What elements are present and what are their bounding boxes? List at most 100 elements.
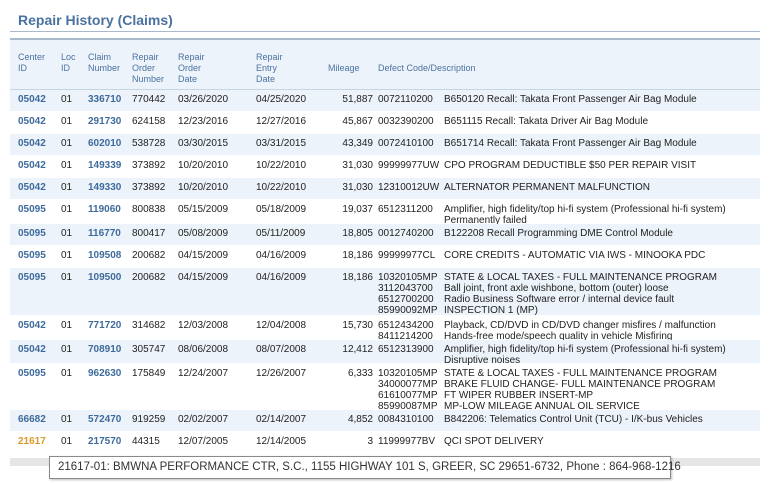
- table-row: 66682 01 572470 919259 02/02/2007 02/14/2007 4…: [10, 410, 760, 432]
- claim-number-link[interactable]: 336710: [88, 94, 121, 105]
- repair-entry-date: 05/11/2009: [256, 228, 306, 239]
- defect-list: 0072410100 B651714 Recall: Takata Front P…: [378, 138, 758, 149]
- center-id-link[interactable]: 05042: [18, 344, 46, 355]
- center-id-link[interactable]: 05042: [18, 320, 46, 331]
- defect-code: 6512434200: [378, 320, 434, 331]
- table-row: 05095 01 109508 200682 04/15/2009 04/16/2009 1…: [10, 246, 760, 268]
- repair-order-date: 04/15/2009: [178, 250, 229, 261]
- defect-description: ALTERNATOR PERMANENT MALFUNCTION: [444, 182, 650, 193]
- defect-description: B651714 Recall: Takata Front Passenger A…: [444, 138, 697, 149]
- defect-code: 10320105MP: [378, 368, 438, 379]
- defect-item: 3112043700 Ball joint, front axle wishbon…: [378, 283, 758, 294]
- center-id-link[interactable]: 05095: [18, 272, 46, 283]
- mileage: 4,852: [347, 414, 373, 425]
- mileage: 12,412: [342, 344, 373, 355]
- repair-entry-date: 04/16/2009: [256, 250, 307, 261]
- defect-list: 0032390200 B651115 Recall: Takata Driver …: [378, 116, 758, 127]
- defect-description: FT WIPER RUBBER INSERT-MP: [444, 390, 594, 401]
- mileage: 51,887: [342, 94, 373, 105]
- defect-item: 10320105MP STATE & LOCAL TAXES - FULL MAI…: [378, 272, 758, 283]
- loc-id: 01: [61, 182, 73, 193]
- claim-number-link[interactable]: 109508: [88, 250, 121, 261]
- loc-id: 01: [61, 368, 73, 379]
- center-id-link[interactable]: 05095: [18, 204, 46, 215]
- repair-order-date: 03/26/2020: [178, 94, 229, 105]
- defect-list: 6512313900 Amplifier, high fidelity/top h…: [378, 344, 758, 366]
- center-id-link[interactable]: 66682: [18, 414, 46, 425]
- center-id-link[interactable]: 05042: [18, 160, 46, 171]
- defect-list: 99999977UW CPO PROGRAM DEDUCTIBLE $50 PER…: [378, 160, 758, 171]
- repair-order-number: 800838: [132, 204, 166, 215]
- loc-id: 01: [61, 138, 73, 149]
- repair-order-number: 800417: [132, 228, 166, 239]
- col-repair-order-date: Repair Order Date: [178, 52, 205, 84]
- claim-number-link[interactable]: 572470: [88, 414, 121, 425]
- defect-list: 0084310100 B842206: Telematics Control Un…: [378, 414, 758, 425]
- table-row: 05042 01 336710 770442 03/26/2020 04/25/2020 5…: [10, 90, 760, 112]
- repair-entry-date: 10/22/2010: [256, 182, 307, 193]
- repair-order-date: 04/15/2009: [178, 272, 229, 283]
- loc-id: 01: [61, 436, 73, 447]
- defect-list: 11999977BV QCI SPOT DELIVERY: [378, 436, 758, 447]
- table-row: 05095 01 109500 200682 04/15/2009 04/16/2009 1…: [10, 268, 760, 316]
- defect-code: 3112043700: [378, 283, 433, 294]
- defect-item: 0084310100 B842206: Telematics Control Un…: [378, 414, 758, 425]
- loc-id: 01: [61, 272, 73, 283]
- repair-order-date: 12/24/2007: [178, 368, 229, 379]
- repair-entry-date: 12/26/2007: [256, 368, 307, 379]
- defect-item: 99999977UW CPO PROGRAM DEDUCTIBLE $50 PER…: [378, 160, 758, 171]
- defect-code: 6512313900: [378, 344, 434, 355]
- defect-description: B650120 Recall: Takata Front Passenger A…: [444, 94, 697, 105]
- table-row: 05042 01 149339 373892 10/20/2010 10/22/2010 3…: [10, 156, 760, 178]
- mileage: 45,867: [342, 116, 373, 127]
- center-id-link[interactable]: 05042: [18, 116, 46, 127]
- defect-description: Radio Business Software error / internal…: [444, 294, 675, 305]
- defect-item: 11999977BV QCI SPOT DELIVERY: [378, 436, 758, 447]
- claim-number-link[interactable]: 149339: [88, 160, 121, 171]
- defect-item: 6512311200 Amplifier, high fidelity/top h…: [378, 204, 758, 226]
- defect-description: CORE CREDITS - AUTOMATIC VIA IWS - MINOO…: [444, 250, 706, 261]
- defect-list: 6512434200 Playback, CD/DVD in CD/DVD cha…: [378, 320, 758, 342]
- center-id-link[interactable]: 05042: [18, 138, 46, 149]
- claim-number-link[interactable]: 116770: [88, 228, 121, 239]
- defect-description: B122208 Recall Programming DME Control M…: [444, 228, 673, 239]
- repair-order-date: 05/15/2009: [178, 204, 229, 215]
- repair-entry-date: 12/27/2016: [256, 116, 307, 127]
- claim-number-link[interactable]: 149330: [88, 182, 121, 193]
- defect-code: 85990092MP: [378, 305, 438, 316]
- claim-number-link[interactable]: 109500: [88, 272, 121, 283]
- loc-id: 01: [61, 250, 73, 261]
- defect-code: 61610077MP: [378, 390, 438, 401]
- repair-order-number: 919259: [132, 414, 166, 425]
- mileage: 31,030: [342, 160, 373, 171]
- repair-order-number: 200682: [132, 272, 166, 283]
- claim-number-link[interactable]: 602010: [88, 138, 121, 149]
- center-id-link[interactable]: 05095: [18, 368, 46, 379]
- center-id-link[interactable]: 21617: [18, 436, 46, 447]
- defect-code: 99999977UW: [378, 160, 440, 171]
- mileage: 43,349: [342, 138, 373, 149]
- defect-item: 6512700200 Radio Business Software error …: [378, 294, 758, 305]
- center-id-link[interactable]: 05042: [18, 182, 46, 193]
- claim-number-link[interactable]: 771720: [88, 320, 121, 331]
- repair-order-number: 305747: [132, 344, 166, 355]
- repair-entry-date: 10/22/2010: [256, 160, 307, 171]
- claim-number-link[interactable]: 708910: [88, 344, 121, 355]
- claim-number-link[interactable]: 291730: [88, 116, 121, 127]
- mileage: 3: [367, 436, 373, 447]
- repair-order-date: 02/02/2007: [178, 414, 229, 425]
- defect-item: 61610077MP FT WIPER RUBBER INSERT-MP: [378, 390, 758, 401]
- col-center-id: Center ID: [18, 52, 46, 73]
- claim-number-link[interactable]: 217570: [88, 436, 121, 447]
- repair-order-number: 175849: [132, 368, 166, 379]
- defect-code: 34000077MP: [378, 379, 438, 390]
- center-id-link[interactable]: 05095: [18, 250, 46, 261]
- claim-number-link[interactable]: 962630: [88, 368, 121, 379]
- center-id-link[interactable]: 05042: [18, 94, 46, 105]
- table-row: 05095 01 962630 175849 12/24/2007 12/26/2007 6…: [10, 364, 760, 412]
- grid-header: Center ID Loc ID Claim Number Repair Ord…: [10, 40, 760, 90]
- center-id-link[interactable]: 05095: [18, 228, 46, 239]
- defect-item: 0032390200 B651115 Recall: Takata Driver …: [378, 116, 758, 127]
- claim-number-link[interactable]: 119060: [88, 204, 121, 215]
- grid-body: 05042 01 336710 770442 03/26/2020 04/25/2020 5…: [10, 90, 760, 452]
